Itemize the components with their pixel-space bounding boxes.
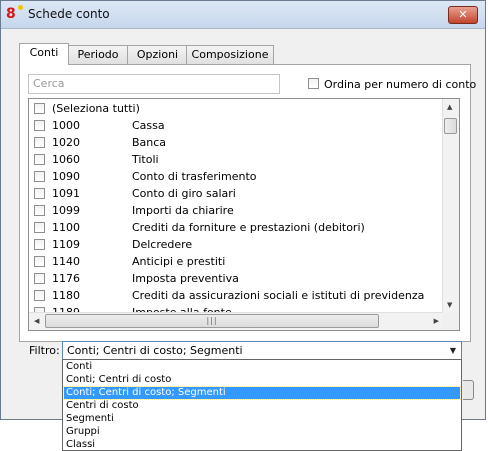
- filter-selected-value: Conti; Centri di costo; Segmenti: [67, 344, 243, 357]
- search-input[interactable]: Cerca: [28, 74, 280, 94]
- title-bar: 8 Schede conto ✕: [1, 1, 485, 29]
- account-description: Conto di giro salari: [132, 187, 236, 200]
- sort-by-number-label: Ordina per numero di conto: [324, 78, 477, 91]
- account-list: (Seleziona tutti) 1000 Cassa 1020 Banca 10…: [28, 98, 460, 331]
- scroll-right-arrow-icon[interactable]: ▶: [434, 317, 439, 325]
- list-item-checkbox[interactable]: [34, 103, 45, 114]
- tab-composizione[interactable]: Composizione: [186, 45, 274, 64]
- account-description: Titoli: [132, 153, 159, 166]
- close-button[interactable]: ✕: [448, 6, 478, 24]
- account-code: 1090: [52, 170, 80, 183]
- account-code: 1100: [52, 221, 80, 234]
- scroll-down-arrow-icon[interactable]: ▼: [447, 301, 452, 309]
- window-title: Schede conto: [28, 7, 110, 21]
- tab-opzioni[interactable]: Opzioni: [127, 45, 188, 64]
- account-description: Delcredere: [132, 238, 193, 251]
- filter-option-selected[interactable]: Conti; Centri di costo; Segmenti: [63, 386, 461, 400]
- list-item-checkbox[interactable]: [34, 154, 45, 165]
- account-description: Imposta preventiva: [132, 272, 239, 285]
- filter-option[interactable]: Centri di costo: [64, 400, 460, 412]
- list-item-checkbox[interactable]: [34, 273, 45, 284]
- list-item-checkbox[interactable]: [34, 256, 45, 267]
- horizontal-scrollbar[interactable]: ◀ ||| ▶: [29, 312, 443, 330]
- scroll-up-arrow-icon[interactable]: ▲: [447, 103, 452, 111]
- list-item-checkbox[interactable]: [34, 171, 45, 182]
- filter-label: Filtro:: [29, 344, 60, 357]
- app-logo-icon: 8: [6, 5, 23, 22]
- tab-conti[interactable]: Conti: [19, 43, 69, 65]
- partially-hidden-button[interactable]: [463, 380, 474, 400]
- list-item-checkbox[interactable]: [34, 120, 45, 131]
- account-code: 1140: [52, 255, 80, 268]
- filter-option[interactable]: Segmenti: [64, 413, 460, 425]
- sort-by-number-option[interactable]: Ordina per numero di conto: [308, 78, 476, 91]
- list-item-checkbox[interactable]: [34, 205, 45, 216]
- account-description: Importi da chiarire: [132, 204, 234, 217]
- filter-dropdown-list: Conti Conti; Centri di costo Conti; Cent…: [62, 359, 462, 451]
- filter-option[interactable]: Conti: [64, 361, 460, 373]
- filter-option[interactable]: Gruppi: [64, 426, 460, 438]
- account-description: Crediti da assicurazioni sociali e istit…: [132, 289, 425, 302]
- account-code: 1176: [52, 272, 80, 285]
- filter-select[interactable]: Conti; Centri di costo; Segmenti ▼: [62, 341, 462, 360]
- account-code: 1099: [52, 204, 80, 217]
- account-code: 1091: [52, 187, 80, 200]
- list-item-checkbox[interactable]: [34, 137, 45, 148]
- account-code: 1020: [52, 136, 80, 149]
- chevron-down-icon[interactable]: ▼: [450, 344, 456, 357]
- list-item-checkbox[interactable]: [34, 188, 45, 199]
- scrollbar-corner: [443, 313, 459, 330]
- account-code: 1180: [52, 289, 80, 302]
- list-item-checkbox[interactable]: [34, 222, 45, 233]
- sort-by-number-checkbox[interactable]: [308, 78, 319, 89]
- account-description: Conto di trasferimento: [132, 170, 257, 183]
- horizontal-scroll-thumb[interactable]: |||: [45, 314, 379, 328]
- account-description: Cassa: [132, 119, 165, 132]
- account-description: Crediti da forniture e prestazioni (debi…: [132, 221, 365, 234]
- account-description: Anticipi e prestiti: [132, 255, 226, 268]
- scroll-left-arrow-icon[interactable]: ◀: [34, 317, 39, 325]
- account-code: 1060: [52, 153, 80, 166]
- select-all-label: (Seleziona tutti): [52, 102, 140, 115]
- vertical-scroll-thumb[interactable]: [444, 118, 457, 134]
- account-code: 1000: [52, 119, 80, 132]
- filter-option[interactable]: Conti; Centri di costo: [64, 374, 460, 386]
- tab-periodo[interactable]: Periodo: [67, 45, 129, 64]
- account-code: 1109: [52, 238, 80, 251]
- vertical-scrollbar[interactable]: ▲ ▼: [442, 99, 459, 313]
- account-description: Banca: [132, 136, 167, 149]
- list-item-checkbox[interactable]: [34, 239, 45, 250]
- list-item-checkbox[interactable]: [34, 290, 45, 301]
- filter-option[interactable]: Classi: [64, 439, 460, 451]
